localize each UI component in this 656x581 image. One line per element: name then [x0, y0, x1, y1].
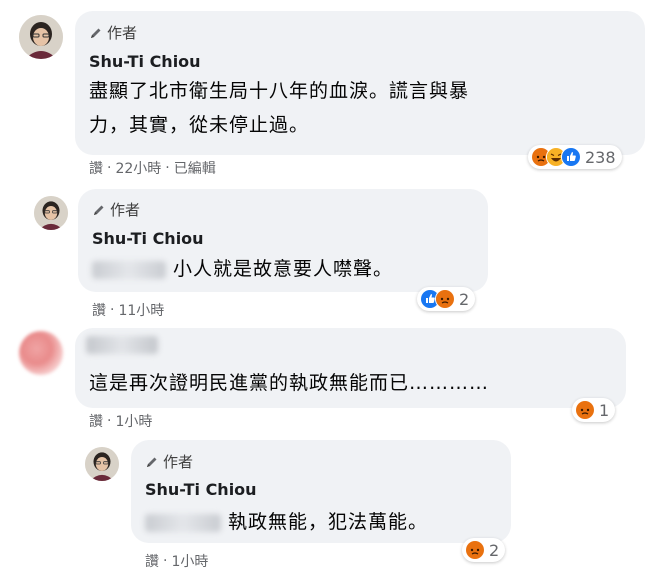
author-badge-label: 作者 [163, 453, 194, 471]
reaction-count: 2 [489, 540, 500, 560]
pen-icon [145, 455, 159, 469]
author-name[interactable]: Shu-Ti Chiou [145, 480, 257, 499]
timestamp[interactable]: 1小時 [171, 551, 208, 571]
author-badge: 作者 [145, 451, 193, 472]
like-link[interactable]: 讚 [145, 551, 159, 571]
comment-actions: 讚 · 1小時 [145, 551, 209, 571]
author-avatar[interactable] [85, 447, 119, 481]
reaction-summary[interactable]: 2 [462, 538, 506, 562]
comment-4: 作者 Shu-Ti Chiou 執政無能，犯法萬能。 讚 · 1小時 2 [0, 0, 656, 581]
angry-icon [465, 540, 485, 560]
comment-text-body: 執政無能，犯法萬能。 [228, 511, 429, 533]
tagged-name-redacted [145, 513, 221, 532]
comment-text: 執政無能，犯法萬能。 [145, 507, 428, 537]
